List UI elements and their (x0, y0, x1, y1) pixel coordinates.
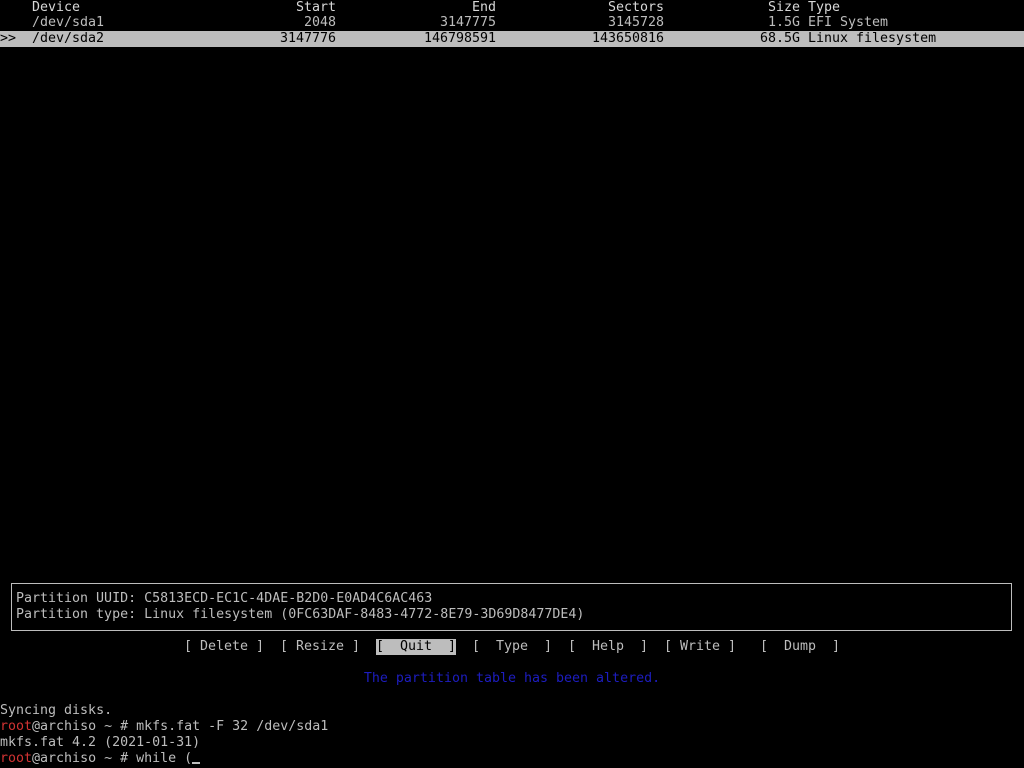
delete-button[interactable]: [ Delete ] (184, 639, 264, 655)
uuid-value: C5813ECD-EC1C-4DAE-B2D0-E0AD4C6AC463 (144, 591, 433, 606)
terminal-line-mkfs-command: root@archiso ~ # mkfs.fat -F 32 /dev/sda… (0, 719, 1024, 735)
type-value: Linux filesystem (0FC63DAF-8483-4772-8E7… (144, 607, 585, 622)
terminal-line-input[interactable]: root@archiso ~ # while ( (0, 751, 1024, 767)
partition-device: /dev/sda1 (32, 15, 105, 30)
partition-type: EFI System (808, 15, 889, 30)
dump-button[interactable]: [ Dump ] (760, 639, 840, 655)
partition-row-selected[interactable]: >> /dev/sda2 3147776 146798591 143650816… (0, 31, 1024, 47)
terminal-screen: Device Start End Sectors Size Type /dev/… (0, 0, 1024, 768)
partition-info-box: Partition UUID: C5813ECD-EC1C-4DAE-B2D0-… (11, 583, 1012, 631)
partition-type: Linux filesystem (808, 31, 937, 46)
col-sectors-header: Sectors (607, 0, 664, 15)
partition-end: 3147775 (439, 15, 496, 30)
uuid-label: Partition UUID: (16, 591, 137, 606)
prompt-user: root (0, 751, 33, 766)
output-text: mkfs.fat 4.2 (2021-01-31) (0, 735, 201, 750)
col-end-header: End (471, 0, 496, 15)
table-header: Device Start End Sectors Size Type (0, 0, 1024, 16)
type-label: Partition type: (16, 607, 137, 622)
partition-uuid-line: Partition UUID: C5813ECD-EC1C-4DAE-B2D0-… (16, 591, 432, 607)
terminal-line-syncing: Syncing disks. (0, 703, 1024, 719)
terminal-line-mkfs-version: mkfs.fat 4.2 (2021-01-31) (0, 735, 1024, 751)
col-device-header: Device (32, 0, 81, 15)
help-button[interactable]: [ Help ] (568, 639, 648, 655)
partition-size: 1.5G (767, 15, 800, 30)
quit-button[interactable]: [ Quit ] (376, 639, 457, 655)
status-message: The partition table has been altered. (363, 671, 661, 686)
output-text: Syncing disks. (0, 703, 113, 718)
prompt-user: root (0, 719, 33, 734)
col-start-header: Start (295, 0, 336, 15)
prompt-host: @archiso ~ # (32, 719, 137, 734)
command-input[interactable]: while ( (136, 751, 192, 766)
col-size-header: Size (767, 0, 800, 15)
partition-row[interactable]: /dev/sda1 2048 3147775 3145728 1.5G EFI … (0, 15, 1024, 31)
resize-button[interactable]: [ Resize ] (280, 639, 360, 655)
partition-start: 3147776 (279, 31, 336, 46)
col-type-header: Type (808, 0, 841, 15)
write-button[interactable]: [ Write ] (664, 639, 736, 655)
partition-type-line: Partition type: Linux filesystem (0FC63D… (16, 607, 584, 623)
partition-start: 2048 (303, 15, 336, 30)
partition-end: 146798591 (423, 31, 496, 46)
command-text: mkfs.fat -F 32 /dev/sda1 (136, 719, 329, 734)
row-marker: >> (0, 31, 17, 46)
action-menu: [ Delete ] [ Resize ] [ Quit ] [ Type ] … (0, 639, 1024, 655)
text-cursor (192, 762, 201, 764)
type-button[interactable]: [ Type ] (472, 639, 552, 655)
partition-device: /dev/sda2 (32, 31, 105, 46)
partition-sectors: 143650816 (591, 31, 664, 46)
partition-sectors: 3145728 (607, 15, 664, 30)
partition-size: 68.5G (759, 31, 800, 46)
prompt-host: @archiso ~ # (32, 751, 137, 766)
